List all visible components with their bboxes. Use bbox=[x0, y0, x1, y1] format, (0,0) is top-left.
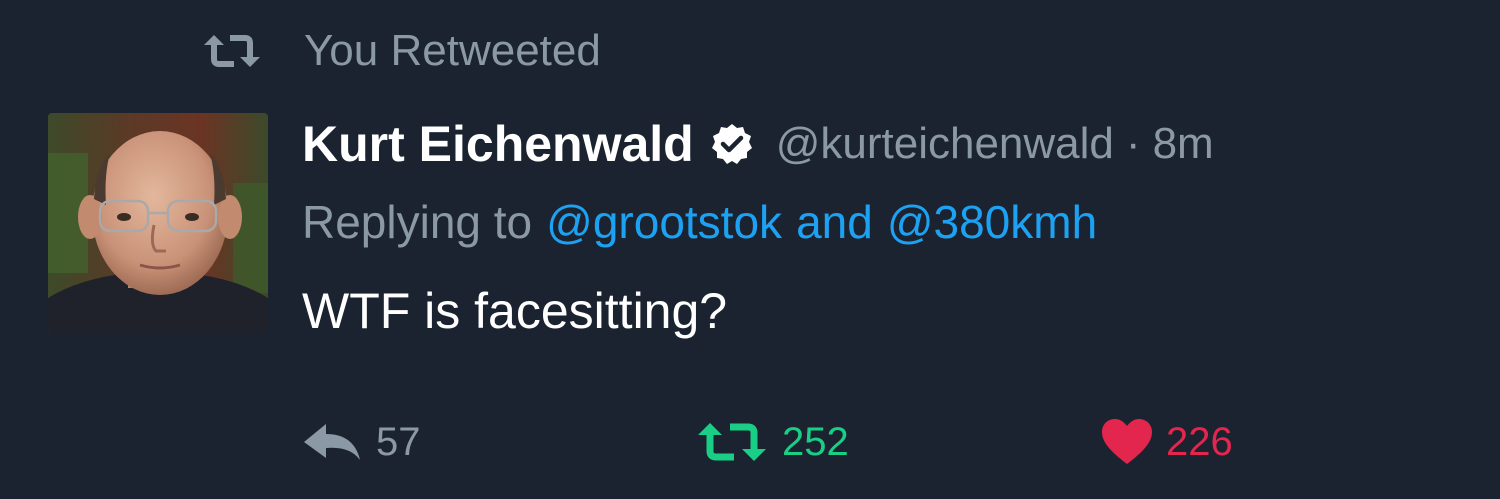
like-button[interactable]: 226 bbox=[1100, 412, 1233, 472]
reply-icon bbox=[302, 420, 376, 464]
handle[interactable]: @kurteichenwald bbox=[776, 119, 1114, 169]
reply-button[interactable]: 57 bbox=[302, 412, 421, 472]
tweet-header: Kurt Eichenwald @kurteichenwald · 8m bbox=[302, 108, 1482, 180]
reply-joiner: and bbox=[796, 196, 873, 248]
retweet-context-label: You Retweeted bbox=[304, 26, 601, 75]
mention-link[interactable]: @grootstok bbox=[546, 195, 782, 249]
reply-prefix: Replying to bbox=[302, 196, 533, 248]
reply-count: 57 bbox=[376, 419, 421, 464]
retweet-button[interactable]: 252 bbox=[694, 412, 849, 472]
separator-dot: · bbox=[1125, 119, 1141, 168]
retweet-count: 252 bbox=[782, 419, 849, 464]
tweet-actions: 57 252 226 bbox=[302, 412, 1402, 472]
reply-context: Replying to @grootstok and @380kmh bbox=[302, 190, 1482, 254]
tweet-text: WTF is facesitting? bbox=[302, 283, 728, 339]
tweet: Kurt Eichenwald @kurteichenwald · 8m Rep… bbox=[302, 108, 1482, 346]
mention-link[interactable]: @380kmh bbox=[887, 195, 1097, 249]
timestamp[interactable]: 8m bbox=[1153, 119, 1214, 169]
display-name[interactable]: Kurt Eichenwald bbox=[302, 115, 694, 173]
retweet-context: You Retweeted bbox=[200, 22, 601, 80]
like-count: 226 bbox=[1166, 419, 1233, 464]
heart-icon bbox=[1100, 418, 1166, 466]
retweet-icon bbox=[200, 31, 264, 71]
avatar[interactable] bbox=[48, 113, 268, 333]
verified-badge-icon bbox=[710, 122, 754, 166]
retweet-icon bbox=[694, 419, 782, 465]
